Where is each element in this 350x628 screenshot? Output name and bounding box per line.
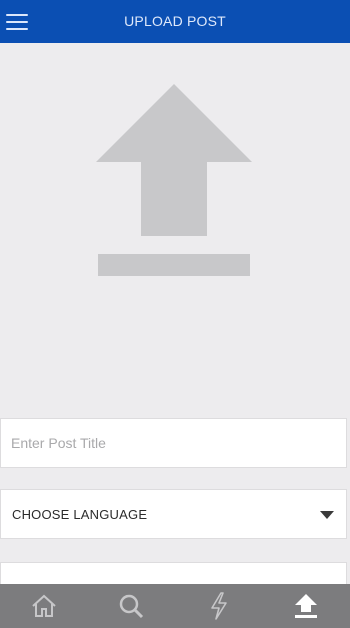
search-icon [120, 594, 144, 619]
language-select-value: CHOOSE LANGUAGE [12, 507, 148, 522]
tab-home[interactable] [0, 584, 88, 628]
page-title: UPLOAD POST [124, 13, 226, 29]
tab-upload[interactable] [263, 584, 350, 628]
upload-drop-area[interactable] [0, 43, 350, 416]
post-title-field[interactable] [0, 418, 347, 468]
chevron-down-icon [320, 511, 334, 519]
post-title-input[interactable] [1, 419, 346, 467]
app-header: UPLOAD POST [0, 0, 350, 43]
upload-icon [295, 594, 318, 618]
upload-arrow-icon [96, 84, 252, 276]
bottom-tab-bar [0, 584, 350, 628]
tab-activity[interactable] [175, 584, 263, 628]
home-icon [32, 594, 56, 617]
tab-search[interactable] [88, 584, 176, 628]
language-select[interactable]: CHOOSE LANGUAGE [0, 489, 347, 539]
lightning-icon [210, 592, 227, 620]
